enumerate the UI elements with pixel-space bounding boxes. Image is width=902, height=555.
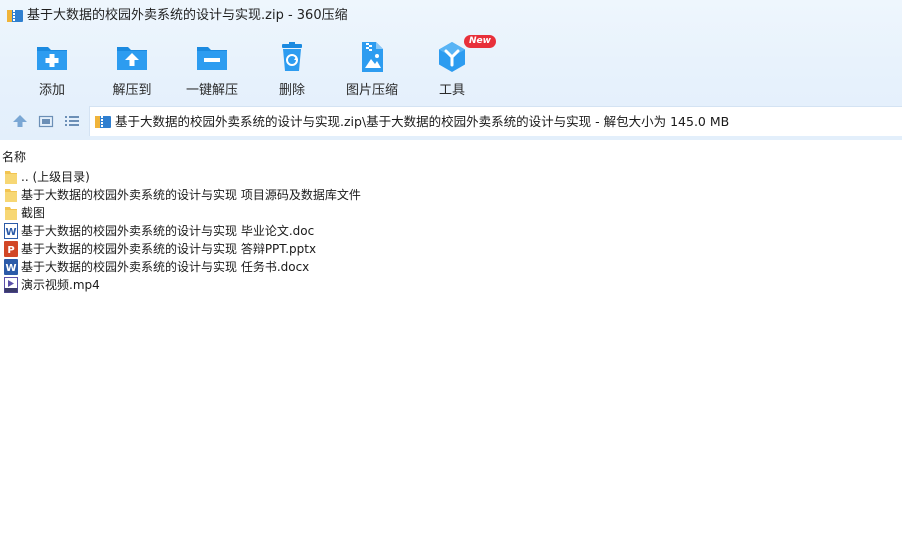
extract-to-button[interactable]: 解压到 bbox=[92, 38, 172, 98]
video-file-icon bbox=[4, 277, 18, 293]
add-folder-icon bbox=[37, 47, 67, 70]
zip-archive-icon bbox=[7, 10, 23, 22]
svg-text:W: W bbox=[5, 263, 16, 274]
folder-icon bbox=[5, 189, 17, 202]
file-name: 演示视频.mp4 bbox=[21, 278, 100, 292]
list-item[interactable]: 基于大数据的校园外卖系统的设计与实现 项目源码及数据库文件 bbox=[0, 186, 902, 204]
zip-archive-icon bbox=[95, 116, 111, 128]
list-item[interactable]: W 基于大数据的校园外卖系统的设计与实现 毕业论文.doc bbox=[0, 222, 902, 240]
word-document-icon: W bbox=[4, 259, 18, 275]
one-click-extract-icon bbox=[197, 47, 227, 70]
app-window: 基于大数据的校园外卖系统的设计与实现.zip - 360压缩 添加 解压到 一键… bbox=[0, 0, 902, 555]
toolbar: 添加 解压到 一键解压 删除 图片压缩 New 工具 bbox=[0, 34, 902, 100]
tools-label: 工具 bbox=[438, 83, 465, 98]
extract-to-icon bbox=[117, 47, 147, 70]
address-path: 基于大数据的校园外卖系统的设计与实现.zip\基于大数据的校园外卖系统的设计与实… bbox=[115, 114, 730, 129]
list-column-header: 名称 bbox=[0, 146, 902, 164]
file-name: .. (上级目录) bbox=[21, 170, 90, 184]
folder-icon bbox=[5, 171, 17, 184]
column-name-header[interactable]: 名称 bbox=[2, 148, 26, 165]
add-label: 添加 bbox=[38, 83, 65, 98]
file-name: 基于大数据的校园外卖系统的设计与实现 项目源码及数据库文件 bbox=[21, 188, 361, 202]
up-arrow-icon[interactable] bbox=[12, 113, 28, 129]
extract-to-label: 解压到 bbox=[112, 83, 152, 98]
list-item[interactable]: W 基于大数据的校园外卖系统的设计与实现 任务书.docx bbox=[0, 258, 902, 276]
new-badge: New bbox=[464, 35, 496, 48]
delete-button[interactable]: 删除 bbox=[252, 38, 332, 98]
navigation-bar: 基于大数据的校园外卖系统的设计与实现.zip\基于大数据的校园外卖系统的设计与实… bbox=[0, 106, 902, 136]
file-name: 截图 bbox=[21, 206, 46, 220]
file-list: .. (上级目录) 基于大数据的校园外卖系统的设计与实现 项目源码及数据库文件 … bbox=[0, 168, 902, 294]
folder-icon bbox=[5, 207, 17, 220]
file-name: 基于大数据的校园外卖系统的设计与实现 任务书.docx bbox=[21, 260, 310, 274]
thumbnail-view-icon[interactable] bbox=[38, 113, 54, 129]
one-click-extract-label: 一键解压 bbox=[185, 83, 238, 98]
word-document-icon: W bbox=[4, 223, 18, 239]
delete-label: 删除 bbox=[278, 83, 305, 98]
file-name: 基于大数据的校园外卖系统的设计与实现 毕业论文.doc bbox=[21, 224, 315, 238]
image-compress-button[interactable]: 图片压缩 bbox=[332, 38, 412, 98]
image-compress-icon bbox=[362, 42, 383, 72]
powerpoint-icon: P bbox=[4, 241, 18, 257]
address-bar[interactable]: 基于大数据的校园外卖系统的设计与实现.zip\基于大数据的校园外卖系统的设计与实… bbox=[89, 106, 902, 136]
add-button[interactable]: 添加 bbox=[12, 38, 92, 98]
one-click-extract-button[interactable]: 一键解压 bbox=[172, 38, 252, 98]
list-item[interactable]: 截图 bbox=[0, 204, 902, 222]
trash-icon bbox=[282, 42, 302, 71]
list-item[interactable]: P 基于大数据的校园外卖系统的设计与实现 答辩PPT.pptx bbox=[0, 240, 902, 258]
svg-text:W: W bbox=[5, 227, 16, 238]
image-compress-label: 图片压缩 bbox=[345, 83, 398, 98]
svg-text:P: P bbox=[7, 245, 14, 256]
list-item[interactable]: .. (上级目录) bbox=[0, 168, 902, 186]
list-view-icon[interactable] bbox=[64, 113, 80, 129]
header-area: 基于大数据的校园外卖系统的设计与实现.zip - 360压缩 添加 解压到 一键… bbox=[0, 0, 902, 140]
tools-button[interactable]: New 工具 bbox=[412, 35, 496, 98]
file-name: 基于大数据的校园外卖系统的设计与实现 答辩PPT.pptx bbox=[21, 242, 317, 256]
tools-icon bbox=[439, 42, 465, 72]
window-title: 基于大数据的校园外卖系统的设计与实现.zip - 360压缩 bbox=[27, 8, 348, 23]
title-bar: 基于大数据的校园外卖系统的设计与实现.zip - 360压缩 bbox=[0, 0, 902, 32]
list-item[interactable]: 演示视频.mp4 bbox=[0, 276, 902, 294]
